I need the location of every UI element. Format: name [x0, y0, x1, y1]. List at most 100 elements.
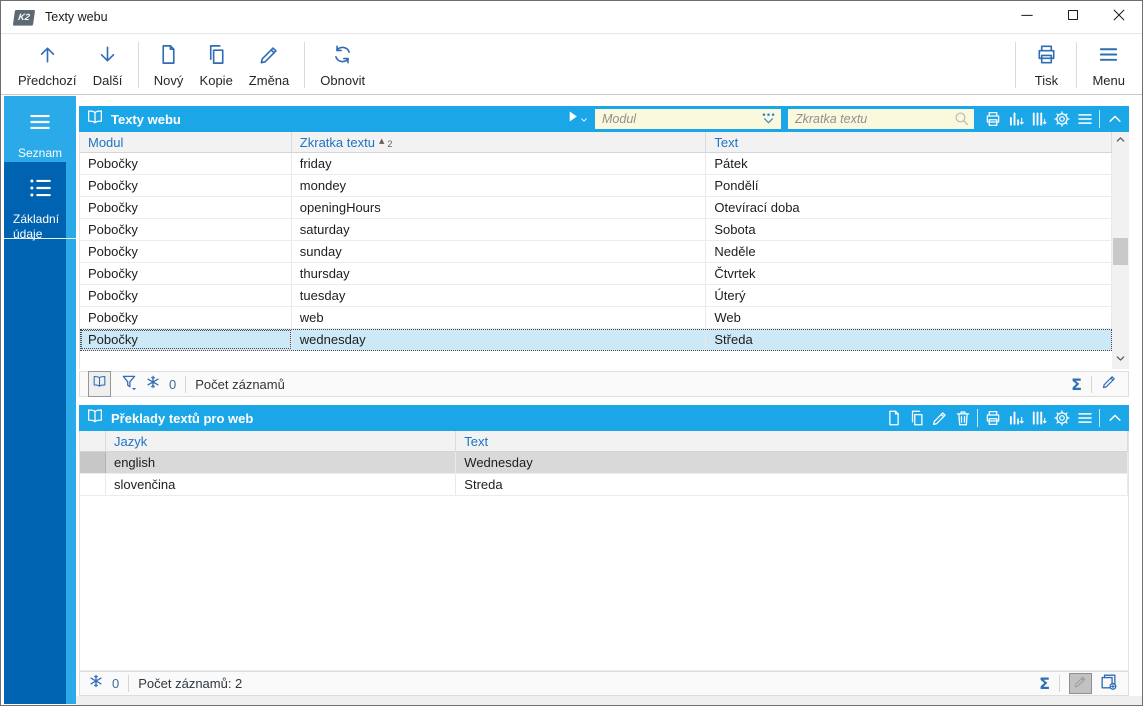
trash-button[interactable] [951, 406, 974, 430]
column-header-marker[interactable] [80, 431, 106, 451]
cell[interactable]: tuesday [292, 285, 707, 306]
flake-button[interactable] [145, 374, 161, 395]
cell[interactable]: web [292, 307, 707, 328]
column-header-modul[interactable]: Modul [80, 132, 292, 152]
pencil-button[interactable] [928, 406, 951, 430]
filter-button[interactable] [120, 373, 138, 396]
change-button[interactable]: Změna [241, 38, 297, 92]
list-detail-icon [4, 175, 76, 206]
scrollbar-thumb[interactable] [1113, 238, 1128, 265]
cell[interactable]: Pobočky [80, 285, 292, 306]
cell[interactable]: Pobočky [80, 329, 292, 350]
cell[interactable]: Pátek [706, 153, 1112, 174]
show-form-button[interactable] [1099, 672, 1118, 696]
maximize-button[interactable] [1050, 1, 1096, 33]
expand-filter-button[interactable] [565, 109, 588, 129]
sidebar-item-zakladni-udaje[interactable]: Základní údaje [4, 162, 76, 241]
cell[interactable]: Pobočky [80, 307, 292, 328]
edit-button[interactable] [1101, 373, 1118, 395]
cell[interactable]: Úterý [706, 285, 1112, 306]
menu-button[interactable] [1073, 107, 1096, 131]
column-header-text[interactable]: Text [706, 132, 1112, 152]
cell[interactable]: wednesday [292, 329, 707, 350]
copy-button[interactable] [905, 406, 928, 430]
table-row[interactable]: slovenčina Streda [80, 474, 1128, 496]
table-row[interactable]: Pobočky tuesday Úterý [80, 285, 1112, 307]
new-button[interactable]: Nový [146, 38, 192, 92]
table-row[interactable]: Pobočky sunday Neděle [80, 241, 1112, 263]
printer-button[interactable] [981, 107, 1004, 131]
chevron-down-icon [580, 111, 588, 129]
cell[interactable]: Pondělí [706, 175, 1112, 196]
cell[interactable]: Středa [706, 329, 1112, 350]
cell[interactable]: mondey [292, 175, 707, 196]
previous-button[interactable]: Předchozí [10, 38, 85, 92]
gear-button[interactable] [1050, 107, 1073, 131]
printer-button[interactable] [981, 406, 1004, 430]
cell[interactable] [80, 452, 106, 473]
scroll-down-button[interactable] [1112, 352, 1129, 368]
table-row[interactable]: english Wednesday [80, 452, 1128, 474]
minimize-button[interactable] [1004, 1, 1050, 33]
cell[interactable]: Pobočky [80, 197, 292, 218]
table-row[interactable]: Pobočky friday Pátek [80, 153, 1112, 175]
cell[interactable]: Čtvrtek [706, 263, 1112, 284]
chart-button[interactable] [1004, 107, 1027, 131]
column-header-jazyk[interactable]: Jazyk [106, 431, 457, 451]
sum-button[interactable]: Σ [1071, 375, 1082, 394]
refresh-button[interactable]: Obnovit [312, 38, 373, 92]
cell[interactable]: Pobočky [80, 175, 292, 196]
table-row[interactable]: Pobočky thursday Čtvrtek [80, 263, 1112, 285]
table-row[interactable]: Pobočky web Web [80, 307, 1112, 329]
table-row[interactable]: Pobočky wednesday Středa [80, 329, 1112, 351]
cell[interactable] [80, 474, 106, 495]
table-row[interactable]: Pobočky saturday Sobota [80, 219, 1112, 241]
chevron-up-button[interactable] [1103, 107, 1126, 131]
close-button[interactable] [1096, 1, 1142, 33]
chevron-up-button[interactable] [1103, 406, 1126, 430]
cell[interactable]: english [106, 452, 457, 473]
panel1-title: Texty webu [111, 111, 181, 127]
cell[interactable]: Sobota [706, 219, 1112, 240]
cell[interactable]: friday [292, 153, 707, 174]
table-row[interactable]: Pobočky openingHours Otevírací doba [80, 197, 1112, 219]
cell[interactable]: Web [706, 307, 1112, 328]
table1-scrollbar[interactable] [1112, 132, 1129, 369]
cell[interactable]: openingHours [292, 197, 707, 218]
chart-button[interactable] [1004, 406, 1027, 430]
cell[interactable]: thursday [292, 263, 707, 284]
copy-button[interactable]: Kopie [192, 38, 241, 92]
table-row[interactable]: Pobočky mondey Pondělí [80, 175, 1112, 197]
columns-button[interactable] [1027, 107, 1050, 131]
cell[interactable]: Otevírací doba [706, 197, 1112, 218]
cell[interactable]: Pobočky [80, 263, 292, 284]
gear-button[interactable] [1050, 406, 1073, 430]
cell[interactable]: Wednesday [456, 452, 1128, 473]
print-button[interactable]: Tisk [1023, 38, 1069, 92]
pencil-icon [258, 43, 281, 71]
column-header-zkratka-textu[interactable]: Zkratka textu ▲ 2 [292, 132, 707, 152]
cell[interactable]: Pobočky [80, 153, 292, 174]
cell[interactable]: saturday [292, 219, 707, 240]
cell[interactable]: Pobočky [80, 241, 292, 262]
column-header-text[interactable]: Text [456, 431, 1128, 451]
cell[interactable]: Streda [456, 474, 1128, 495]
new-doc-button[interactable] [882, 406, 905, 430]
next-button[interactable]: Další [85, 38, 131, 92]
cell[interactable]: Pobočky [80, 219, 292, 240]
preview-toggle-button[interactable] [88, 371, 111, 397]
flake-button[interactable] [88, 673, 104, 694]
sidebar-item-seznam[interactable]: Seznam [4, 96, 76, 162]
cell[interactable]: sunday [292, 241, 707, 262]
dots-chevron-icon[interactable] [760, 110, 777, 132]
menu-button[interactable]: Menu [1084, 38, 1133, 92]
menu-button[interactable] [1073, 406, 1096, 430]
sum-button[interactable]: Σ [1039, 674, 1050, 693]
zkratka-filter-input[interactable] [788, 109, 974, 129]
cell[interactable]: Neděle [706, 241, 1112, 262]
cell[interactable]: slovenčina [106, 474, 457, 495]
scroll-up-button[interactable] [1112, 133, 1129, 149]
snowflake-icon [88, 673, 104, 694]
columns-button[interactable] [1027, 406, 1050, 430]
modul-filter-input[interactable] [595, 109, 781, 129]
